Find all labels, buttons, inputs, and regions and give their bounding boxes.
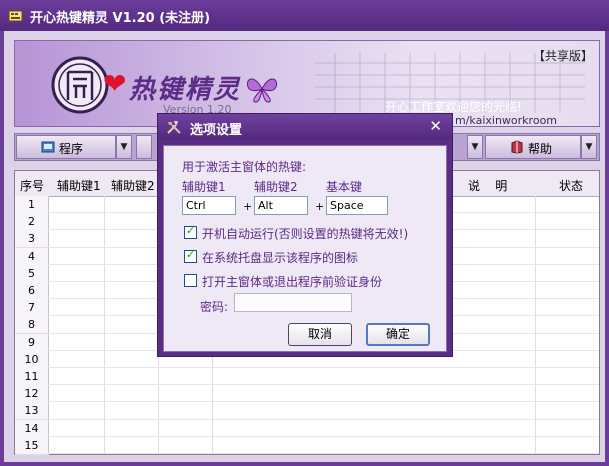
dialog-body: 用于激活主窗体的热键: 辅助键1 辅助键2 基本键 Ctrl + Alt + S… <box>163 145 447 352</box>
table-row[interactable]: 12 <box>15 385 49 404</box>
plus-sign-1: + <box>243 200 253 213</box>
program-button-label: 程序 <box>59 142 84 156</box>
table-row[interactable]: 2 <box>15 213 49 232</box>
table-row[interactable]: 4 <box>15 247 49 266</box>
plus-sign-2: + <box>315 200 325 213</box>
table-row[interactable]: 3 <box>15 230 49 249</box>
table-row[interactable]: 13 <box>15 402 49 421</box>
tray-checkbox[interactable] <box>184 248 197 263</box>
table-row[interactable]: 8 <box>15 316 49 335</box>
dialog-title-bar[interactable]: 选项设置 ✕ <box>158 114 452 140</box>
help-dropdown-left[interactable]: ▼ <box>467 135 483 159</box>
modifier2-label: 辅助键2 <box>254 180 298 194</box>
autorun-label[interactable]: 开机自动运行(否则设置的热键将无效!) <box>202 225 408 242</box>
window-title: 开心热键精灵 V1.20 (未注册) <box>30 11 211 26</box>
heart-icon: ❤ <box>103 67 127 100</box>
dialog-title: 选项设置 <box>190 123 243 138</box>
title-bar[interactable]: 开心热键精灵 V1.20 (未注册) <box>0 0 609 31</box>
password-label: 密码: <box>200 300 229 314</box>
ok-button[interactable]: 确定 <box>366 323 430 346</box>
verify-label[interactable]: 打开主窗体或退出程序前验证身份 <box>202 273 382 290</box>
password-field[interactable] <box>234 293 352 312</box>
share-badge: 【共享版】 <box>532 49 593 63</box>
base-key-field[interactable]: Space <box>326 196 388 215</box>
autorun-checkbox[interactable] <box>184 224 197 239</box>
options-dialog: 选项设置 ✕ 用于激活主窗体的热键: 辅助键1 辅助键2 基本键 Ctrl + … <box>157 113 453 357</box>
help-button-label: 帮助 <box>528 142 553 156</box>
col-header-status: 状态 <box>559 179 584 193</box>
hotkey-label: 用于激活主窗体的热键: <box>182 160 307 174</box>
col-header-description: 说 明 <box>468 179 508 193</box>
table-row[interactable]: 11 <box>15 368 49 386</box>
table-row[interactable]: 5 <box>15 264 49 283</box>
homepage-link[interactable]: m/kaixinworkroom <box>455 114 557 126</box>
table-row[interactable]: 15 <box>15 436 49 455</box>
program-button[interactable]: 程序 <box>16 135 116 159</box>
banner-title: 热键精灵 <box>129 75 242 105</box>
close-icon[interactable]: ✕ <box>429 117 442 135</box>
table-row[interactable]: 7 <box>15 299 49 318</box>
table-row[interactable]: 14 <box>15 419 49 438</box>
modifier1-field[interactable]: Ctrl <box>182 196 236 215</box>
table-row[interactable]: 10 <box>15 350 49 369</box>
logo-icon <box>51 56 109 114</box>
help-dropdown-arrow[interactable]: ▼ <box>581 135 597 159</box>
base-key-label: 基本键 <box>326 180 363 194</box>
program-dropdown-arrow[interactable]: ▼ <box>116 135 132 159</box>
help-button[interactable]: 帮助 <box>485 135 581 159</box>
table-row[interactable]: 6 <box>15 282 49 300</box>
modifier2-field[interactable]: Alt <box>254 196 308 215</box>
app-icon <box>8 10 23 22</box>
table-row[interactable]: 1 <box>15 196 49 214</box>
butterfly-icon <box>246 78 278 103</box>
table-row[interactable]: 9 <box>15 333 49 352</box>
help-book-icon <box>511 140 523 154</box>
col-header-modifier2: 辅助键2 <box>111 179 155 193</box>
verify-checkbox[interactable] <box>184 274 197 287</box>
tool-button-2[interactable] <box>136 135 152 159</box>
modifier1-label: 辅助键1 <box>182 180 226 194</box>
tools-icon <box>167 121 181 134</box>
cancel-button[interactable]: 取消 <box>288 323 352 346</box>
col-header-index: 序号 <box>20 179 45 193</box>
tray-label[interactable]: 在系统托盘显示该程序的图标 <box>202 249 358 266</box>
program-icon <box>41 141 55 153</box>
col-header-modifier1: 辅助键1 <box>57 179 101 193</box>
